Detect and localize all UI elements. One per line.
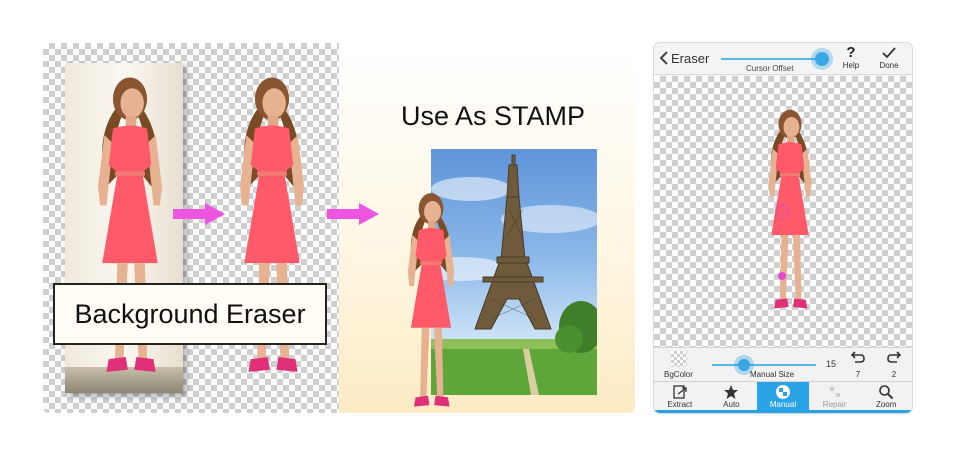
eraser-cursor-ring: [775, 204, 789, 218]
promo-banner: Background Eraser Use As STAMP: [43, 43, 635, 413]
extract-icon: [673, 385, 687, 399]
undo-count: 7: [855, 370, 861, 379]
app-header: Eraser Cursor Offset ? Help Done: [654, 43, 912, 75]
mode-tab-bar: Extract Auto Manual Repair Zoom: [654, 381, 912, 413]
arrow-right-icon: [327, 203, 379, 225]
redo-button[interactable]: 2: [882, 349, 906, 381]
checkmark-icon: [882, 47, 896, 59]
screenshot-root: Background Eraser Use As STAMP Eraser Cu…: [0, 0, 976, 457]
manual-size-value: 15: [826, 359, 837, 369]
done-label: Done: [879, 61, 899, 70]
tab-auto[interactable]: Auto: [706, 382, 758, 413]
cursor-offset-slider[interactable]: [721, 58, 821, 60]
manual-size-slider[interactable]: [712, 364, 816, 366]
bgcolor-button[interactable]: [671, 351, 687, 367]
cursor-offset-label: Cursor Offset: [746, 64, 794, 73]
undo-button[interactable]: 7: [846, 349, 870, 381]
tab-label: Manual: [769, 400, 797, 409]
eraser-cursor-dot[interactable]: [778, 272, 786, 280]
tab-zoom[interactable]: Zoom: [860, 382, 912, 413]
help-label: Help: [842, 61, 860, 70]
undo-icon: [850, 351, 865, 363]
redo-icon: [887, 351, 902, 363]
edited-figure: [768, 109, 812, 309]
eraser-controls: BgColor Manual Size 15 7 2: [654, 347, 912, 381]
tab-label: Zoom: [875, 400, 897, 409]
arrow-right-icon: [173, 203, 225, 225]
tab-manual[interactable]: Manual: [757, 382, 809, 413]
cursor-offset-slider-knob[interactable]: [815, 52, 829, 66]
star-icon: [724, 385, 739, 399]
help-button[interactable]: ? Help: [836, 45, 866, 73]
bgcolor-label: BgColor: [664, 370, 693, 379]
tab-label: Auto: [723, 400, 740, 409]
zoom-icon: [879, 385, 894, 400]
chevron-left-icon[interactable]: [658, 50, 670, 66]
manual-eraser-icon: [775, 385, 790, 399]
tab-extract[interactable]: Extract: [654, 382, 706, 413]
manual-size-label: Manual Size: [750, 370, 795, 379]
redo-count: 2: [891, 370, 897, 379]
tab-bar-accent-line: [654, 410, 912, 413]
repair-icon: [829, 387, 840, 397]
stamp-figure: [407, 193, 455, 407]
done-button[interactable]: Done: [874, 45, 904, 73]
screen-title: Eraser: [671, 51, 710, 66]
background-eraser-label: Background Eraser: [53, 283, 327, 345]
help-icon: ?: [846, 44, 856, 61]
tab-repair[interactable]: Repair: [809, 382, 861, 413]
editing-canvas[interactable]: [654, 76, 912, 347]
use-as-stamp-title: Use As STAMP: [401, 101, 586, 131]
tab-label: Extract: [667, 400, 693, 409]
app-screenshot: Eraser Cursor Offset ? Help Done BgColor: [654, 43, 912, 413]
tab-label: Repair: [822, 400, 847, 409]
manual-size-slider-knob[interactable]: [738, 359, 750, 371]
transparent-canvas-left: Background Eraser: [43, 43, 339, 413]
